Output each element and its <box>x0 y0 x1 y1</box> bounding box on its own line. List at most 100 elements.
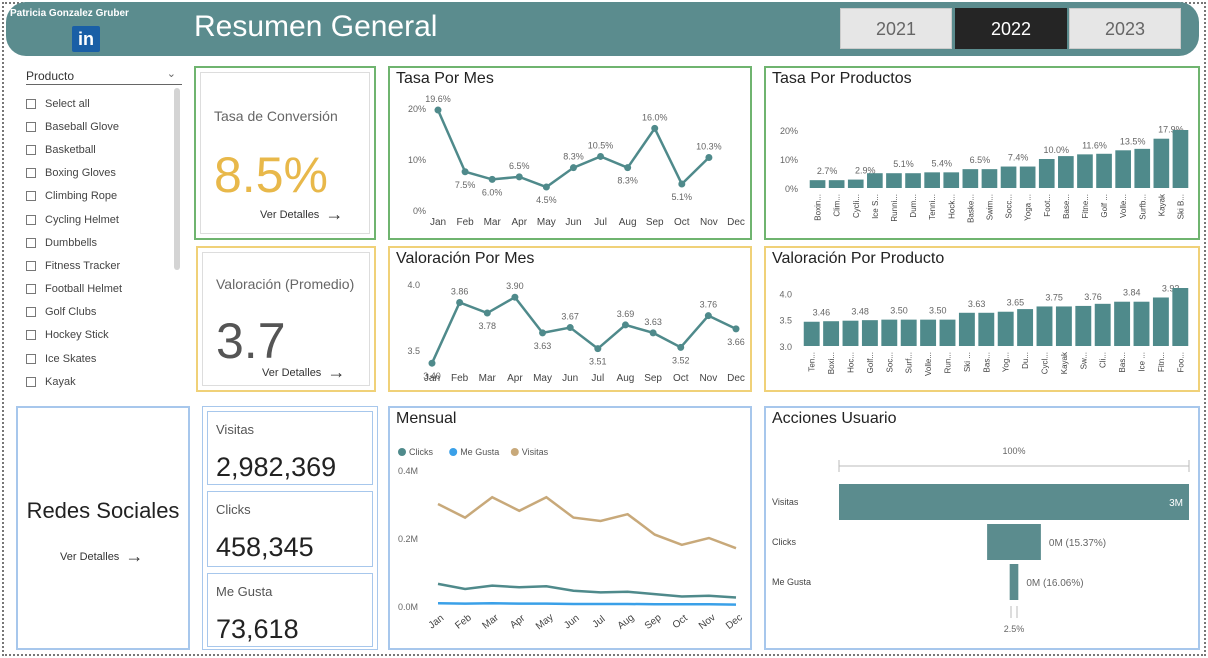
data-label: 19.6% <box>425 94 451 104</box>
x-tick-label: Sw... <box>1079 352 1088 369</box>
x-tick-label: Mar <box>484 217 502 228</box>
data-point <box>511 293 519 301</box>
x-tick-label: Golf ... <box>1100 194 1109 218</box>
bar <box>1075 305 1092 346</box>
series-line <box>436 109 710 189</box>
bar <box>1055 306 1072 346</box>
slicer-item-label: Select all <box>45 97 90 110</box>
slicer-item[interactable]: Kayak <box>26 370 122 393</box>
social-details-link[interactable]: Ver Detalles → <box>60 546 143 567</box>
funnel-category-label: Me Gusta <box>772 577 811 587</box>
checkbox[interactable] <box>26 284 36 295</box>
data-point <box>624 164 632 172</box>
slicer-item[interactable]: Golf Clubs <box>26 301 122 324</box>
x-tick-label: Oct <box>671 613 690 631</box>
x-tick-label: Jan <box>427 613 446 632</box>
legend-marker <box>449 448 458 456</box>
slicer-item-label: Climbing Rope <box>45 190 118 203</box>
slicer-item[interactable]: Baseball Glove <box>26 115 122 138</box>
slicer-scrollbar[interactable] <box>174 88 180 270</box>
year-button-2021[interactable]: 2021 <box>840 8 952 49</box>
data-point <box>488 175 496 183</box>
bar <box>939 319 956 346</box>
val-prod-chart: 3.0 3.5 4.0 3.46 Ten... Boxi... 3.48 Hoc... Golf… <box>779 283 1189 376</box>
chevron-down-icon[interactable]: ⌄ <box>167 67 176 80</box>
bar <box>978 312 995 346</box>
slicer-item[interactable]: Cycling Helmet <box>26 208 122 231</box>
data-point <box>704 312 712 320</box>
x-tick-label: Foot... <box>1043 194 1052 217</box>
checkbox[interactable] <box>26 307 36 318</box>
x-tick-label: Nov <box>697 612 718 632</box>
slicer-item[interactable]: Hockey Stick <box>26 324 122 347</box>
slicer-item[interactable]: Football Helmet <box>26 278 122 301</box>
data-point <box>651 124 659 132</box>
data-point <box>456 298 464 306</box>
checkbox[interactable] <box>26 330 36 341</box>
data-point <box>732 325 740 333</box>
x-tick-label: Surf... <box>905 352 914 373</box>
x-tick-label: Hock... <box>947 194 956 219</box>
y-tick-label: 3.0 <box>779 342 792 352</box>
details-label: Ver Detalles <box>262 366 322 379</box>
bar <box>1134 148 1151 188</box>
data-label: 3.63 <box>968 299 986 309</box>
y-tick-label: 20% <box>780 126 798 136</box>
x-tick-label: Jun <box>562 373 578 384</box>
arrow-right-icon: → <box>325 204 344 224</box>
x-tick-label: Nov <box>699 373 717 384</box>
data-label: 8.3% <box>617 176 638 186</box>
funnel-bar <box>839 484 1189 520</box>
slicer-item[interactable]: Select all <box>26 92 122 115</box>
x-tick-label: Kayak <box>1060 351 1069 374</box>
checkbox[interactable] <box>26 121 36 132</box>
checkbox[interactable] <box>26 168 36 179</box>
kpi-conversion-details-link[interactable]: Ver Detalles → <box>260 204 343 225</box>
y-tick-label: 0% <box>413 206 426 216</box>
data-point <box>678 180 686 188</box>
checkbox[interactable] <box>26 353 36 364</box>
slicer-item[interactable]: Ice Skates <box>26 347 122 370</box>
year-button-2023[interactable]: 2023 <box>1069 8 1181 49</box>
x-tick-label: Bas... <box>1118 352 1127 372</box>
linkedin-icon[interactable]: in <box>72 26 100 52</box>
checkbox[interactable] <box>26 191 36 202</box>
slicer-item[interactable]: Fitness Tracker <box>26 254 122 277</box>
data-label: 13.5% <box>1120 136 1146 146</box>
slicer-item[interactable]: Boxing Gloves <box>26 162 122 185</box>
bar <box>1096 153 1112 188</box>
checkbox[interactable] <box>26 237 36 248</box>
data-label: 3.76 <box>700 300 718 310</box>
checkbox[interactable] <box>26 144 36 155</box>
data-label: 4.5% <box>536 195 557 205</box>
legend-marker <box>398 448 406 456</box>
checkbox[interactable] <box>26 376 36 387</box>
year-button-2022[interactable]: 2022 <box>955 8 1067 49</box>
x-tick-label: Soc... <box>885 352 894 372</box>
data-point <box>542 183 550 191</box>
data-label: 6.5% <box>509 161 530 171</box>
legend-marker <box>510 448 519 456</box>
checkbox[interactable] <box>26 98 36 109</box>
kpi-rating-details-link[interactable]: Ver Detalles → <box>262 362 345 383</box>
slicer-item-label: Cycling Helmet <box>45 213 119 226</box>
x-tick-label: Apr <box>508 612 528 631</box>
slicer-dropdown[interactable]: Producto ⌄ <box>26 67 182 85</box>
y-tick-label: 0% <box>785 184 798 194</box>
x-tick-label: May <box>537 217 556 228</box>
checkbox[interactable] <box>26 260 36 271</box>
data-label: 3.67 <box>561 312 579 322</box>
checkbox[interactable] <box>26 214 36 225</box>
data-label: 2.7% <box>817 166 838 176</box>
slicer-item[interactable]: Basketball <box>26 138 122 161</box>
y-tick-label: 0.2M <box>398 534 418 544</box>
series-line <box>437 495 737 550</box>
acciones-panel: Acciones Usuario 100% Visitas 3M Clicks 0M (… <box>764 406 1200 650</box>
data-label: 3.50 <box>929 306 947 316</box>
slicer-item[interactable]: Dumbbells <box>26 231 122 254</box>
details-label: Ver Detalles <box>260 208 320 221</box>
x-tick-label: Du... <box>1021 352 1030 369</box>
bar <box>1017 309 1034 346</box>
slicer-item[interactable]: Climbing Rope <box>26 185 122 208</box>
slicer-item-label: Basketball <box>45 143 96 156</box>
